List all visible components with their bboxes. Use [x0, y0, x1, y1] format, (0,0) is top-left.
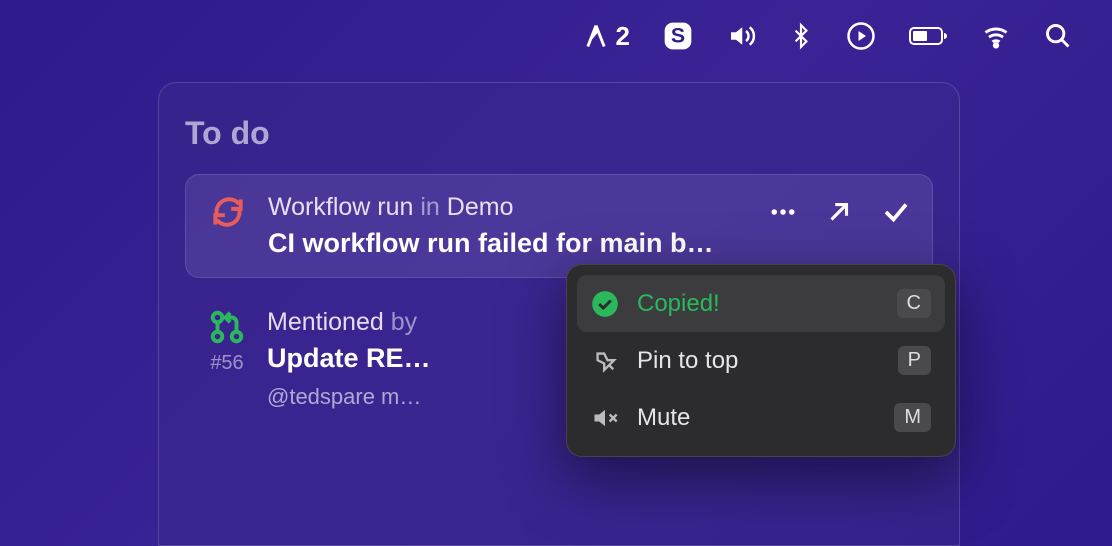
menu-item-key: M [894, 403, 931, 432]
pull-request-icon [208, 308, 246, 346]
play-circle-icon [846, 21, 876, 51]
volume-menubar-item[interactable] [726, 21, 756, 51]
pin-icon [591, 347, 619, 375]
menu-item-label: Copied! [637, 290, 879, 318]
svg-text:S: S [671, 24, 685, 48]
menu-item-key: P [898, 346, 931, 375]
playback-menubar-item[interactable] [846, 21, 876, 51]
menu-item-key: C [897, 289, 931, 318]
skype-menubar-item[interactable]: S [662, 20, 694, 52]
open-external-icon[interactable] [824, 197, 854, 227]
card-actions [768, 197, 912, 227]
card-in-word: by [391, 308, 417, 336]
bluetooth-menubar-item[interactable] [788, 21, 814, 51]
card-in-word: in [420, 193, 439, 221]
card-type: Workflow run [268, 193, 413, 221]
card-title: CI workflow run failed for main b… [268, 228, 912, 259]
card-type: Mentioned [267, 308, 384, 336]
battery-menubar-item[interactable] [908, 24, 948, 48]
todo-card[interactable]: Workflow run in Demo CI workflow run fai… [185, 174, 933, 278]
context-menu: Copied! C Pin to top P Mute M [566, 264, 956, 457]
done-checkmark-icon[interactable] [880, 197, 912, 227]
menubar: 2 S [582, 20, 1072, 52]
app-menubar-item[interactable]: 2 [582, 21, 630, 52]
search-icon [1044, 22, 1072, 50]
battery-icon [908, 24, 948, 48]
wifi-icon [980, 22, 1012, 50]
mute-icon [591, 404, 619, 432]
card-icon-column [206, 193, 250, 259]
menu-item-mute[interactable]: Mute M [577, 389, 945, 446]
app-badge-count: 2 [616, 21, 630, 52]
sync-failed-icon [209, 193, 247, 231]
more-icon[interactable] [768, 197, 798, 227]
card-repo: Demo [447, 193, 514, 221]
wifi-menubar-item[interactable] [980, 22, 1012, 50]
card-number: #56 [210, 352, 243, 375]
menu-item-pin[interactable]: Pin to top P [577, 332, 945, 389]
spotlight-menubar-item[interactable] [1044, 22, 1072, 50]
menu-item-label: Pin to top [637, 347, 880, 375]
volume-icon [726, 21, 756, 51]
check-circle-icon [591, 290, 619, 318]
app-logo-icon [582, 22, 610, 50]
menu-item-label: Mute [637, 404, 876, 432]
skype-icon: S [662, 20, 694, 52]
card-icon-column: #56 [205, 308, 249, 410]
menu-item-copied[interactable]: Copied! C [577, 275, 945, 332]
bluetooth-icon [788, 21, 814, 51]
section-title: To do [185, 115, 933, 152]
